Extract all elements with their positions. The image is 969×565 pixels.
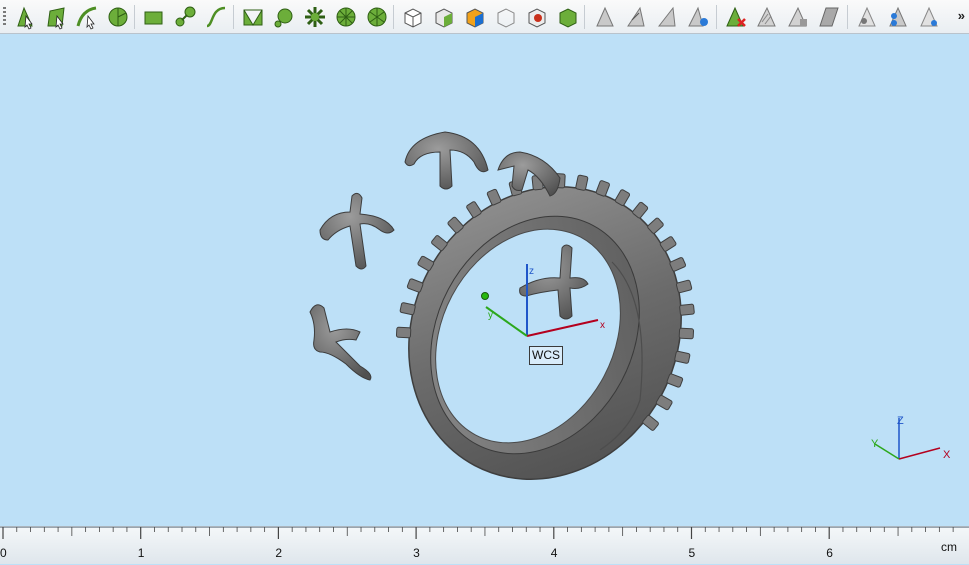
ruler-tick-label: 1 xyxy=(137,546,145,560)
cube-front-icon xyxy=(435,8,453,28)
ring-tooth xyxy=(406,278,424,293)
mesh-radial-button[interactable] xyxy=(333,4,359,30)
toolbar-separator xyxy=(233,5,234,29)
ruler-tick-label: 6 xyxy=(826,546,833,560)
cube-wire-button[interactable] xyxy=(493,4,519,30)
surface-copy-button[interactable] xyxy=(785,4,811,30)
orientation-gizmo: Z X Y xyxy=(871,415,951,461)
ring-tooth xyxy=(674,350,691,364)
wcs-label: WCS xyxy=(529,346,563,365)
cube-front-button[interactable] xyxy=(431,4,457,30)
select-face-icon xyxy=(47,7,65,30)
select-point-button[interactable] xyxy=(12,4,38,30)
toolbar-separator xyxy=(716,5,717,29)
cube-view-icon xyxy=(404,8,422,28)
surface-delete-button[interactable] xyxy=(723,4,749,30)
select-circle-icon xyxy=(108,7,128,27)
visibility-eye-button[interactable] xyxy=(916,4,942,30)
mesh-spokes-icon xyxy=(305,7,325,27)
mesh-spokes-button[interactable] xyxy=(302,4,328,30)
toolbar-separator xyxy=(584,5,585,29)
surface-copy-icon xyxy=(788,6,807,27)
mesh-select-icon xyxy=(243,9,263,26)
select-circle-button[interactable] xyxy=(105,4,131,30)
rectangle-select-button[interactable] xyxy=(141,4,167,30)
surface-hatch-icon xyxy=(757,6,776,27)
y-axis-label: y xyxy=(488,310,493,321)
ring-tooth xyxy=(595,180,610,197)
mesh-wheel-icon xyxy=(367,7,387,27)
cube-red-icon xyxy=(528,8,546,28)
toolbar-overflow-button[interactable]: » xyxy=(958,8,965,23)
ring-tooth xyxy=(678,327,695,340)
ruler-ticks xyxy=(0,527,969,539)
ring-tooth xyxy=(399,302,416,316)
select-curve-icon xyxy=(76,6,97,30)
gizmo-x-label: X xyxy=(943,449,951,461)
surface-delete-icon xyxy=(726,6,746,27)
surface-shade-button[interactable] xyxy=(816,4,842,30)
origin-handle[interactable] xyxy=(481,292,489,300)
cube-view-button[interactable] xyxy=(400,4,426,30)
cube-color-icon xyxy=(466,8,484,28)
cube-color-button[interactable] xyxy=(462,4,488,30)
surface-globe-icon xyxy=(688,6,708,27)
surface-move-icon xyxy=(657,6,676,27)
ring-tooth xyxy=(675,279,693,294)
toolbar: » xyxy=(0,0,969,34)
rectangle-select-icon xyxy=(144,11,163,25)
mesh-select-button[interactable] xyxy=(240,4,266,30)
x-axis-label: x xyxy=(600,320,605,331)
model-canvas[interactable]: z x y Z X Y xyxy=(0,35,969,525)
surface-hatch-button[interactable] xyxy=(754,4,780,30)
ruler-tick-label: 4 xyxy=(550,546,558,560)
ruler-tick-label: 3 xyxy=(413,546,420,560)
ruler-tick-label: 5 xyxy=(688,546,696,560)
ring-tooth xyxy=(395,326,412,339)
mesh-node-icon xyxy=(274,8,293,28)
select-curve-button[interactable] xyxy=(74,4,100,30)
3d-viewport[interactable]: z x y Z X Y xyxy=(0,35,969,525)
toolbar-separator xyxy=(134,5,135,29)
ring-tooth xyxy=(575,174,589,191)
surface-gray-icon xyxy=(596,6,614,27)
visibility-button[interactable] xyxy=(854,4,880,30)
cube-wire-icon xyxy=(497,8,515,28)
mesh-radial-icon xyxy=(336,7,356,27)
surface-gray-button[interactable] xyxy=(592,4,618,30)
visibility-layers-button[interactable] xyxy=(885,4,911,30)
surface-edit-icon xyxy=(627,6,645,27)
mesh-node-button[interactable] xyxy=(271,4,297,30)
cube-green-button[interactable] xyxy=(555,4,581,30)
ruler-tick-label: 0 xyxy=(0,546,7,560)
select-face-button[interactable] xyxy=(43,4,69,30)
spline-select-icon xyxy=(206,6,226,28)
gizmo-y-label: Y xyxy=(871,438,879,450)
toolbar-separator xyxy=(393,5,394,29)
bottom-ruler: 0 1 2 3 4 5 6 cm xyxy=(0,526,969,564)
surface-move-button[interactable] xyxy=(654,4,680,30)
ring-tooth xyxy=(679,303,695,316)
node-select-icon xyxy=(175,6,196,27)
mesh-wheel-button[interactable] xyxy=(364,4,390,30)
surface-globe-button[interactable] xyxy=(685,4,711,30)
surface-shade-icon xyxy=(819,7,839,27)
cube-red-button[interactable] xyxy=(524,4,550,30)
toolbar-separator xyxy=(847,5,848,29)
node-select-button[interactable] xyxy=(172,4,198,30)
gizmo-z-label: Z xyxy=(897,415,904,427)
ruler-tick-label: 2 xyxy=(275,546,283,560)
toolbar-grip[interactable] xyxy=(3,7,6,27)
visibility-eye-icon xyxy=(920,6,938,27)
visibility-layers-icon xyxy=(889,6,907,27)
spline-select-button[interactable] xyxy=(203,4,229,30)
visibility-icon xyxy=(858,6,876,27)
surface-edit-button[interactable] xyxy=(623,4,649,30)
select-point-icon xyxy=(17,6,33,30)
cube-green-icon xyxy=(559,8,577,28)
ring-tooth xyxy=(666,373,684,388)
z-axis-label: z xyxy=(529,266,534,277)
ruler-unit-label: cm xyxy=(941,540,957,554)
